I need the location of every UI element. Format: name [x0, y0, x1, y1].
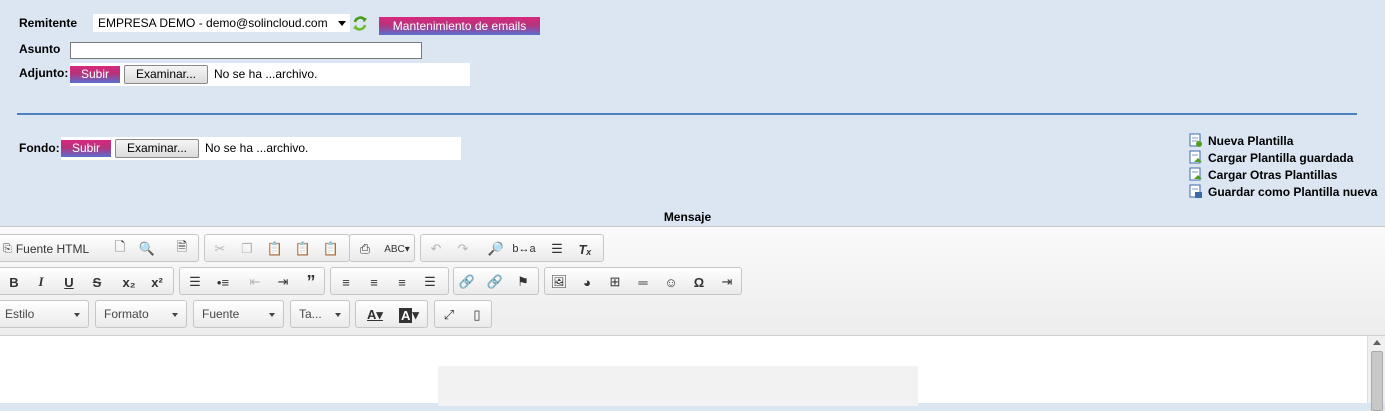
- adjunto-label: Adjunto:: [19, 66, 69, 80]
- dropdown-arrow-icon: [74, 313, 80, 317]
- remitente-label: Remitente: [19, 16, 78, 30]
- load-other-templates-icon: [1188, 167, 1203, 182]
- superscript-icon[interactable]: x²: [146, 272, 168, 292]
- bold-icon[interactable]: B: [3, 272, 25, 292]
- toolbar-group-insert: 🖼 ◕ ⊞ ═ ☺ Ω ⇥: [544, 267, 742, 295]
- image-icon[interactable]: 🖼: [548, 272, 570, 292]
- dropdown-arrow-icon: [338, 21, 346, 26]
- align-left-icon[interactable]: ≡: [335, 272, 357, 292]
- toolbar-group-basic-styles: B I U S x₂ x²: [0, 267, 174, 295]
- style-combo[interactable]: Estilo: [0, 300, 89, 328]
- numbered-list-icon[interactable]: ☰: [184, 272, 206, 292]
- asunto-input[interactable]: [70, 42, 422, 59]
- template-link-load-other[interactable]: Cargar Otras Plantillas: [1188, 167, 1337, 184]
- toolbar-group-edit: ↶ ↷ 🔎 b↔a ☰ Tₓ: [420, 234, 604, 262]
- adjunto-file-name: No se ha ...archivo.: [214, 67, 318, 81]
- page-break-icon[interactable]: ⇥: [716, 272, 738, 292]
- toolbar-group-colors: A▾ A ▾: [355, 300, 428, 328]
- redo-icon[interactable]: ↷: [452, 239, 474, 259]
- subscript-icon[interactable]: x₂: [118, 272, 140, 292]
- spellcheck-icon[interactable]: ABC▾: [382, 239, 412, 259]
- print-icon[interactable]: ⎙: [354, 239, 376, 259]
- justify-icon[interactable]: ☰: [419, 272, 441, 292]
- link-icon[interactable]: 🔗: [456, 272, 478, 292]
- outdent-icon[interactable]: ⇤: [244, 272, 266, 292]
- special-char-icon[interactable]: Ω: [688, 272, 710, 292]
- background-color-icon[interactable]: A ▾: [394, 305, 424, 325]
- select-all-icon[interactable]: ☰: [546, 239, 568, 259]
- rich-text-editor: ⎘ Fuente HTML 🗋 🔍 🗎 ✂ ❐ 📋 📋 📋 ⎙ ABC▾ ↶ ↷ …: [0, 226, 1385, 411]
- editor-toolbar: ⎘ Fuente HTML 🗋 🔍 🗎 ✂ ❐ 📋 📋 📋 ⎙ ABC▾ ↶ ↷ …: [0, 227, 1385, 336]
- adjunto-subir-button[interactable]: Subir: [70, 66, 120, 83]
- toolbar-group-align: ≡ ≡ ≡ ☰: [330, 267, 449, 295]
- replace-icon[interactable]: b↔a: [512, 239, 535, 259]
- text-color-icon[interactable]: A▾: [360, 305, 390, 325]
- paste-icon[interactable]: 📋: [264, 239, 286, 259]
- editor-scrollbar[interactable]: [1367, 336, 1385, 411]
- paste-word-icon[interactable]: 📋: [320, 239, 342, 259]
- toolbar-group-tools: ⤢ ▯: [434, 300, 492, 328]
- toolbar-group-paragraph: ☰ •≡ ⇤ ⇥ ”: [179, 267, 325, 295]
- dropdown-arrow-icon: [172, 313, 178, 317]
- new-template-icon: [1188, 133, 1203, 148]
- fondo-file-name: No se ha ...archivo.: [205, 141, 309, 155]
- anchor-icon[interactable]: ⚑: [512, 272, 534, 292]
- align-center-icon[interactable]: ≡: [363, 272, 385, 292]
- toolbar-group-links: 🔗 🔗 ⚑: [453, 267, 539, 295]
- size-combo[interactable]: Ta...: [290, 300, 350, 328]
- refresh-icon[interactable]: [352, 15, 368, 32]
- smiley-icon[interactable]: ☺: [660, 272, 682, 292]
- format-combo[interactable]: Formato: [95, 300, 187, 328]
- toolbar-group-document: ⎘ Fuente HTML 🗋 🔍 🗎: [0, 234, 199, 262]
- fondo-examinar-button[interactable]: Examinar...: [115, 139, 199, 158]
- remitente-value: EMPRESA DEMO - demo@solincloud.com: [98, 16, 328, 30]
- source-icon: ⎘: [3, 242, 12, 255]
- section-divider: [17, 113, 1357, 115]
- horizontal-rule-icon[interactable]: ═: [632, 272, 654, 292]
- fondo-subir-button[interactable]: Subir: [61, 140, 111, 157]
- unlink-icon[interactable]: 🔗: [484, 272, 506, 292]
- templates-icon[interactable]: 🗎: [171, 239, 193, 259]
- blockquote-icon[interactable]: ”: [300, 272, 322, 292]
- message-title: Mensaje: [663, 210, 712, 224]
- editor-content-area[interactable]: [0, 336, 1367, 406]
- align-right-icon[interactable]: ≡: [391, 272, 413, 292]
- italic-icon[interactable]: I: [30, 272, 52, 292]
- content-block: [438, 366, 918, 406]
- load-template-icon: [1188, 150, 1203, 165]
- save-template-icon: [1188, 184, 1203, 199]
- toolbar-group-clipboard: ✂ ❐ 📋 📋 📋: [204, 234, 350, 262]
- fondo-label: Fondo:: [19, 141, 60, 155]
- asunto-label: Asunto: [19, 42, 61, 56]
- table-icon[interactable]: ⊞: [604, 272, 626, 292]
- dropdown-arrow-icon: [269, 313, 275, 317]
- maximize-icon[interactable]: ⤢: [438, 305, 460, 325]
- underline-icon[interactable]: U: [58, 272, 80, 292]
- scroll-thumb[interactable]: [1371, 351, 1383, 411]
- indent-icon[interactable]: ⇥: [272, 272, 294, 292]
- font-combo[interactable]: Fuente: [193, 300, 284, 328]
- paste-text-icon[interactable]: 📋: [292, 239, 314, 259]
- template-link-save-new[interactable]: Guardar como Plantilla nueva: [1188, 184, 1377, 201]
- template-link-new[interactable]: Nueva Plantilla: [1188, 133, 1293, 150]
- copy-icon[interactable]: ❐: [236, 239, 258, 259]
- show-blocks-icon[interactable]: ▯: [466, 305, 488, 325]
- bulleted-list-icon[interactable]: •≡: [212, 272, 234, 292]
- dropdown-arrow-icon: [335, 313, 341, 317]
- cut-icon[interactable]: ✂: [209, 239, 231, 259]
- scroll-up-icon[interactable]: [1373, 340, 1381, 345]
- flash-icon[interactable]: ◕: [576, 272, 598, 292]
- remove-format-icon[interactable]: Tₓ: [574, 239, 596, 259]
- undo-icon[interactable]: ↶: [425, 239, 447, 259]
- adjunto-examinar-button[interactable]: Examinar...: [124, 65, 208, 84]
- mantenimiento-emails-button[interactable]: Mantenimiento de emails: [379, 17, 540, 35]
- remitente-select[interactable]: EMPRESA DEMO - demo@solincloud.com: [93, 14, 350, 32]
- preview-icon[interactable]: 🔍: [136, 239, 158, 259]
- toolbar-group-print: ⎙ ABC▾: [349, 234, 415, 262]
- find-icon[interactable]: 🔎: [485, 239, 507, 259]
- template-link-load-saved[interactable]: Cargar Plantilla guardada: [1188, 150, 1353, 167]
- new-page-icon[interactable]: 🗋: [109, 239, 131, 259]
- source-button[interactable]: ⎘ Fuente HTML: [3, 239, 103, 259]
- strikethrough-icon[interactable]: S: [86, 272, 108, 292]
